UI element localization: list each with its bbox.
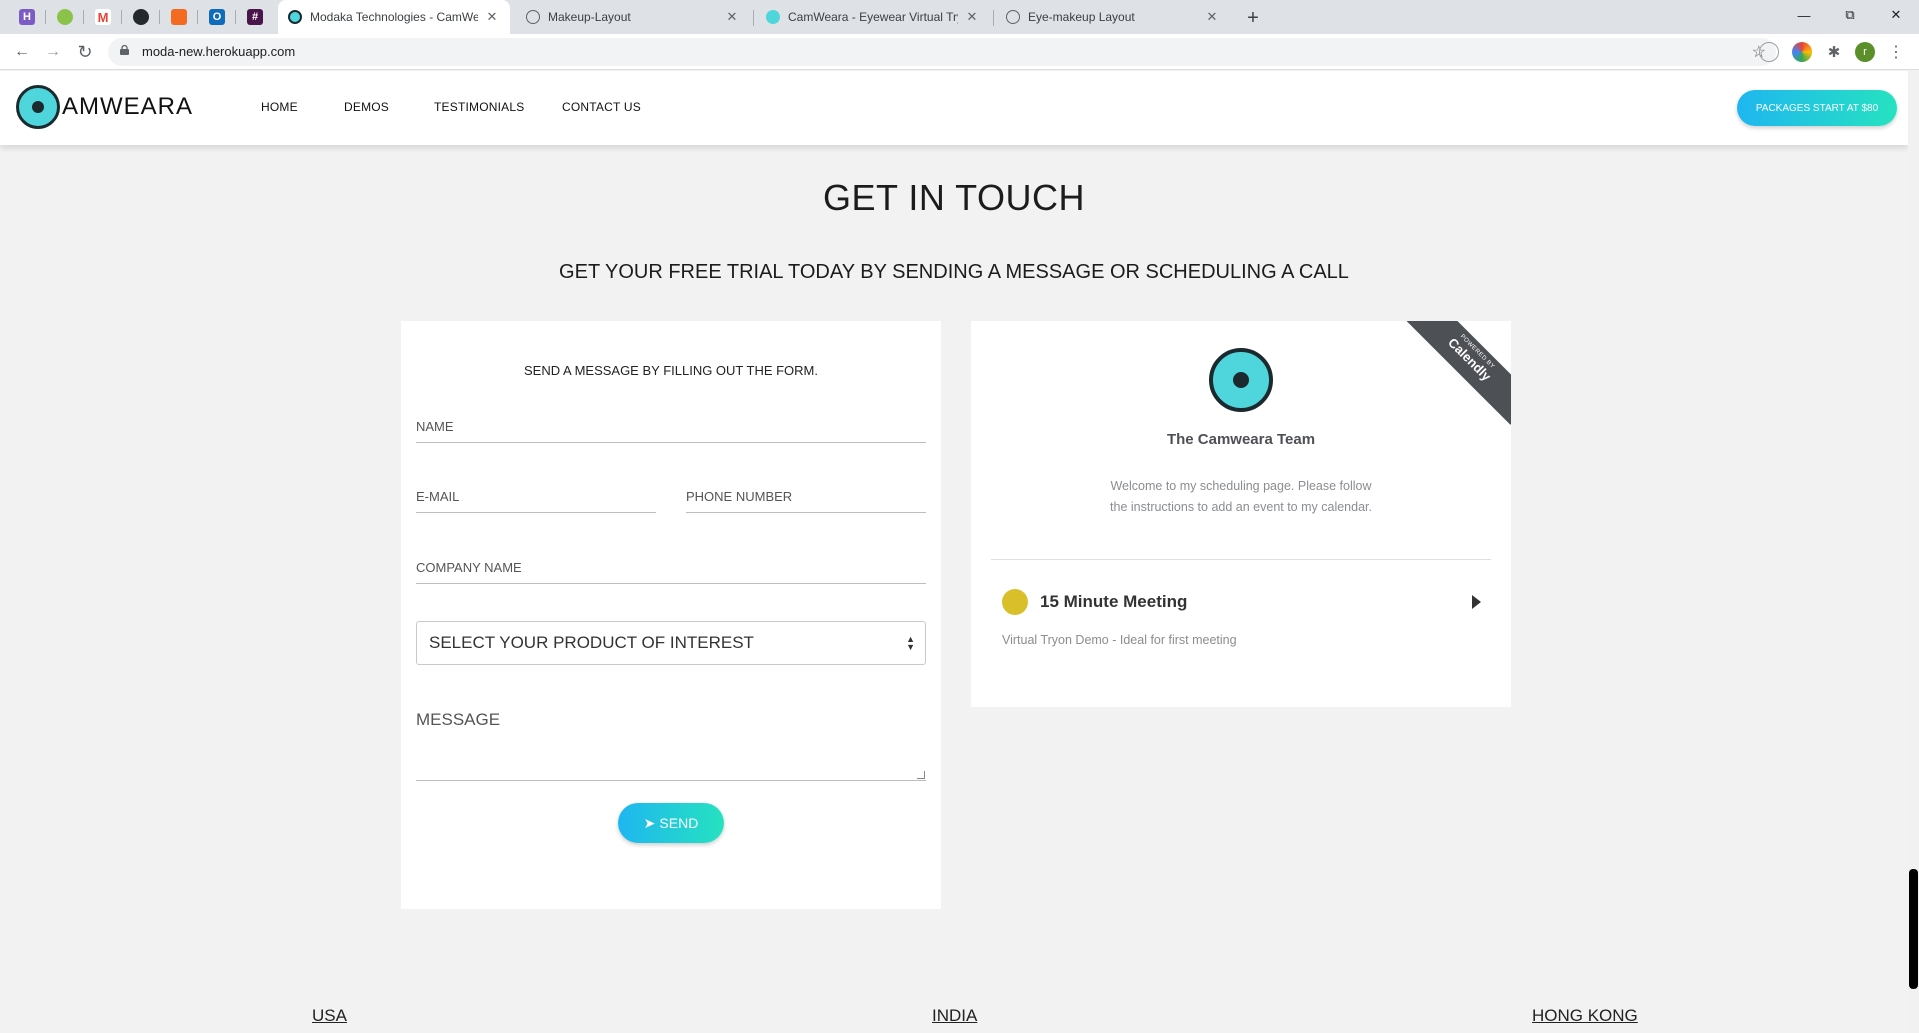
send-button[interactable]: ➤ SEND [618, 803, 724, 843]
tab-title: Eye-makeup Layout [1028, 10, 1135, 24]
browser-menu-icon[interactable]: ⋮ [1886, 42, 1906, 62]
send-label: SEND [659, 815, 699, 831]
message-placeholder: MESSAGE [416, 710, 501, 729]
tab-eye-makeup-layout[interactable]: Eye-makeup Layout ✕ [996, 0, 1230, 34]
address-bar[interactable]: moda-new.herokuapp.com ☆ [108, 38, 1776, 66]
location-hong-kong[interactable]: HONG KONG [1532, 1006, 1638, 1026]
camweara-favicon-icon [288, 10, 302, 24]
calendly-widget: POWERED BY Calendly The Camweara Team We… [971, 321, 1511, 707]
tab-modaka[interactable]: Modaka Technologies - CamWea ✕ [278, 0, 510, 34]
event-description: Virtual Tryon Demo - Ideal for first mee… [1002, 633, 1237, 647]
caret-right-icon [1472, 595, 1481, 609]
page-title: GET IN TOUCH [822, 177, 1086, 218]
welcome-text: Welcome to my scheduling page. Please fo… [1110, 479, 1372, 514]
close-icon[interactable]: ✕ [724, 9, 740, 25]
packages-button[interactable]: PACKAGES START AT $80 [1737, 90, 1897, 126]
tab-title: CamWeara - Eyewear Virtual Try [788, 10, 958, 24]
back-icon[interactable]: ← [10, 41, 34, 63]
event-name: 15 Minute Meeting [1040, 592, 1188, 611]
site-header: AMWEARA HOME DEMOS TESTIMONIALS CONTACT … [0, 71, 1908, 145]
tab-title: Modaka Technologies - CamWea [310, 10, 478, 24]
close-icon[interactable]: ✕ [484, 9, 500, 25]
globe-icon [1006, 10, 1020, 24]
window-close-icon[interactable]: ✕ [1873, 0, 1919, 30]
pinned-tab-github[interactable] [130, 6, 152, 28]
browser-tab-strip: H M O # Modaka Technologies - CamWea ✕ M… [0, 0, 1919, 34]
pinned-tab-gmail[interactable]: M [92, 6, 114, 28]
nav-home[interactable]: HOME [261, 100, 298, 114]
close-icon[interactable]: ✕ [964, 9, 980, 25]
profile-avatar[interactable]: r [1855, 42, 1875, 62]
url-text: moda-new.herokuapp.com [142, 44, 296, 59]
nav-demos[interactable]: DEMOS [344, 100, 389, 114]
contact-form-card: SEND A MESSAGE BY FILLING OUT THE FORM. … [401, 321, 941, 909]
color-picker-extension-icon[interactable] [1792, 42, 1812, 62]
email-field[interactable]: E-MAIL [416, 489, 656, 513]
phone-field[interactable]: PHONE NUMBER [686, 489, 926, 513]
product-select[interactable]: SELECT YOUR PRODUCT OF INTEREST ▲ ▼ [416, 621, 926, 665]
company-field[interactable]: COMPANY NAME [416, 560, 926, 584]
event-15-minute-meeting[interactable]: 15 Minute Meeting [1002, 587, 1482, 617]
h-icon: H [19, 9, 35, 25]
restore-icon[interactable]: ⧉ [1827, 0, 1873, 30]
camweara-logo-mark-icon [16, 85, 60, 129]
browser-toolbar: ← → ↻ moda-new.herokuapp.com ☆ ✱ r ⋮ [0, 34, 1919, 70]
pinned-tab-leaf[interactable] [54, 6, 76, 28]
forward-icon[interactable]: → [41, 41, 65, 63]
minimize-icon[interactable]: — [1781, 0, 1827, 30]
tab-title: Makeup-Layout [548, 10, 631, 24]
powered-by-calendly-ribbon[interactable]: POWERED BY Calendly [1404, 321, 1511, 425]
extensions-puzzle-icon[interactable]: ✱ [1824, 42, 1844, 62]
slack-icon: # [247, 9, 263, 25]
form-intro: SEND A MESSAGE BY FILLING OUT THE FORM. [523, 363, 819, 378]
team-name: The Camweara Team [1166, 431, 1316, 448]
select-arrows-icon: ▲ ▼ [906, 634, 915, 652]
github-icon [133, 9, 149, 25]
logo-text: AMWEARA [62, 93, 194, 120]
orange-app-icon [171, 9, 187, 25]
new-tab-button[interactable]: + [1242, 7, 1264, 29]
page-viewport: AMWEARA HOME DEMOS TESTIMONIALS CONTACT … [0, 71, 1919, 1033]
divider [991, 559, 1491, 560]
scrollbar-thumb[interactable] [1909, 869, 1918, 989]
pinned-tab-orange[interactable] [168, 6, 190, 28]
globe-icon [526, 10, 540, 24]
page-subtitle: GET YOUR FREE TRIAL TODAY BY SENDING A M… [559, 261, 1349, 283]
page-scrollbar[interactable] [1908, 71, 1919, 1033]
tab-makeup-layout[interactable]: Makeup-Layout ✕ [516, 0, 750, 34]
nav-contact-us[interactable]: CONTACT US [562, 100, 641, 114]
leaf-icon [57, 9, 73, 25]
message-field[interactable]: MESSAGE [416, 701, 926, 781]
close-icon[interactable]: ✕ [1204, 9, 1220, 25]
pinned-tab-h[interactable]: H [16, 6, 38, 28]
tab-camweara-eyewear[interactable]: CamWeara - Eyewear Virtual Try ✕ [756, 0, 990, 34]
event-color-dot [1002, 589, 1028, 615]
outlook-icon: O [209, 9, 225, 25]
lock-icon [120, 45, 129, 55]
resize-grip-icon[interactable] [917, 771, 925, 779]
location-india[interactable]: INDIA [932, 1006, 977, 1026]
name-field[interactable]: NAME [416, 419, 926, 443]
reload-icon[interactable]: ↻ [73, 41, 97, 63]
pinned-tab-slack[interactable]: # [244, 6, 266, 28]
product-select-value: SELECT YOUR PRODUCT OF INTEREST [429, 633, 754, 652]
camweara-favicon-icon [766, 10, 780, 24]
camweara-logo[interactable]: AMWEARA [16, 84, 193, 130]
gmail-icon: M [95, 9, 111, 25]
nav-testimonials[interactable]: TESTIMONIALS [434, 100, 524, 114]
location-usa[interactable]: USA [312, 1006, 347, 1026]
camweara-team-avatar [1209, 348, 1273, 412]
pinned-tab-outlook[interactable]: O [206, 6, 228, 28]
extension-clock-icon[interactable] [1759, 42, 1779, 62]
paper-plane-icon: ➤ [643, 814, 656, 831]
